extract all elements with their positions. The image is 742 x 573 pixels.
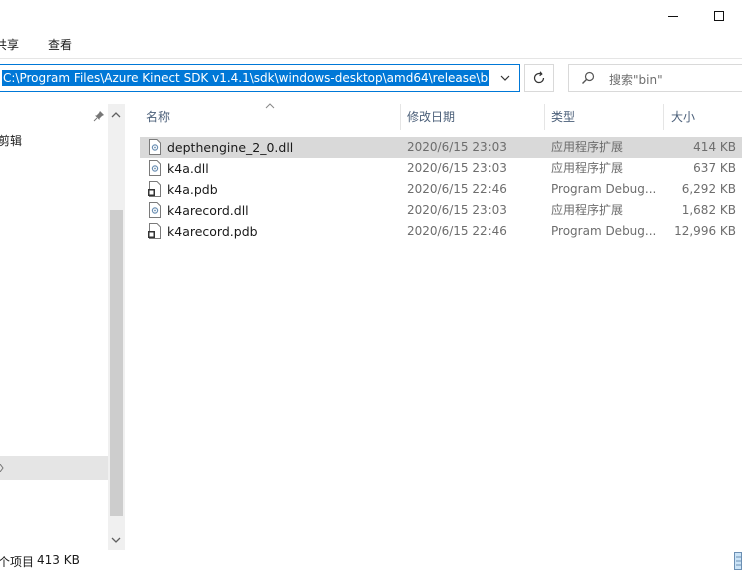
column-header-name[interactable]: 名称 [146,104,170,130]
maximize-icon [714,11,724,21]
file-type: 应用程序扩展 [551,140,624,154]
file-size: 12,996 KB [674,224,736,238]
status-selected-size: 413 KB [37,553,80,567]
file-name[interactable]: k4a.dll [167,158,209,179]
status-selected-label: 个项目 [0,555,35,569]
scrollbar-thumb[interactable] [110,210,123,516]
nav-item-clip[interactable]: 剪辑 [0,132,22,149]
maximize-button[interactable] [696,0,742,32]
file-row[interactable]: k4arecord.dll 2020/6/15 23:03 应用程序扩展 1,6… [140,200,742,221]
ribbon-divider [0,58,742,59]
file-name[interactable]: k4a.pdb [167,179,218,200]
minimize-button[interactable] [650,0,696,32]
refresh-icon [533,71,545,84]
column-header-size[interactable]: 大小 [671,104,695,130]
tab-share[interactable]: 共享 [0,36,19,53]
navigation-pane [0,104,108,550]
file-row[interactable]: depthengine_2_0.dll 2020/6/15 23:03 应用程序… [140,137,742,158]
address-bar[interactable]: C:\Program Files\Azure Kinect SDK v1.4.1… [0,64,520,92]
file-type: Program Debug... [551,224,657,238]
scroll-down-icon[interactable] [111,537,121,544]
expand-chevron-icon[interactable] [0,464,4,472]
minimize-icon [668,16,678,17]
chevron-down-icon [500,75,510,81]
file-date: 2020/6/15 22:46 [407,182,507,196]
file-date: 2020/6/15 23:03 [407,140,507,154]
column-separator[interactable] [400,104,401,130]
file-row[interactable]: k4arecord.pdb 2020/6/15 22:46 Program De… [140,221,742,242]
file-name[interactable]: k4arecord.pdb [167,221,258,242]
file-size: 1,682 KB [681,203,736,217]
file-size: 637 KB [693,161,736,175]
pin-icon[interactable] [93,110,105,122]
column-header-date[interactable]: 修改日期 [407,104,455,130]
file-name[interactable]: depthengine_2_0.dll [167,137,293,158]
search-input[interactable]: 搜索"bin" [568,64,742,92]
file-type: Program Debug... [551,182,657,196]
file-name[interactable]: k4arecord.dll [167,200,249,221]
file-size: 414 KB [693,140,736,154]
column-separator[interactable] [663,104,664,130]
refresh-button[interactable] [524,64,554,92]
file-date: 2020/6/15 23:03 [407,203,507,217]
details-view-icon[interactable] [734,552,742,570]
file-date: 2020/6/15 23:03 [407,161,507,175]
file-size: 6,292 KB [681,182,736,196]
ribbon [0,32,742,58]
file-row[interactable]: k4a.pdb 2020/6/15 22:46 Program Debug...… [140,179,742,200]
search-icon [582,71,595,84]
file-date: 2020/6/15 22:46 [407,224,507,238]
status-bar: 个项目 413 KB [0,550,742,573]
title-bar [0,0,742,32]
column-separator[interactable] [544,104,545,130]
file-row[interactable]: k4a.dll 2020/6/15 23:03 应用程序扩展 637 KB [140,158,742,179]
dll-file-icon [149,160,161,176]
sort-ascending-icon [265,103,275,109]
scroll-up-icon[interactable] [111,111,121,118]
file-type: 应用程序扩展 [551,203,624,217]
dll-file-icon [149,139,161,155]
nav-item-selected[interactable] [0,456,108,480]
address-history-dropdown[interactable] [491,65,519,91]
column-header-type[interactable]: 类型 [551,104,575,130]
dll-file-icon [149,202,161,218]
tab-view[interactable]: 查看 [48,36,72,53]
file-type: 应用程序扩展 [551,161,624,175]
address-path[interactable]: C:\Program Files\Azure Kinect SDK v1.4.1… [2,70,489,86]
pdb-file-icon [148,223,161,239]
search-placeholder: 搜索"bin" [609,73,663,87]
pdb-file-icon [148,181,161,197]
